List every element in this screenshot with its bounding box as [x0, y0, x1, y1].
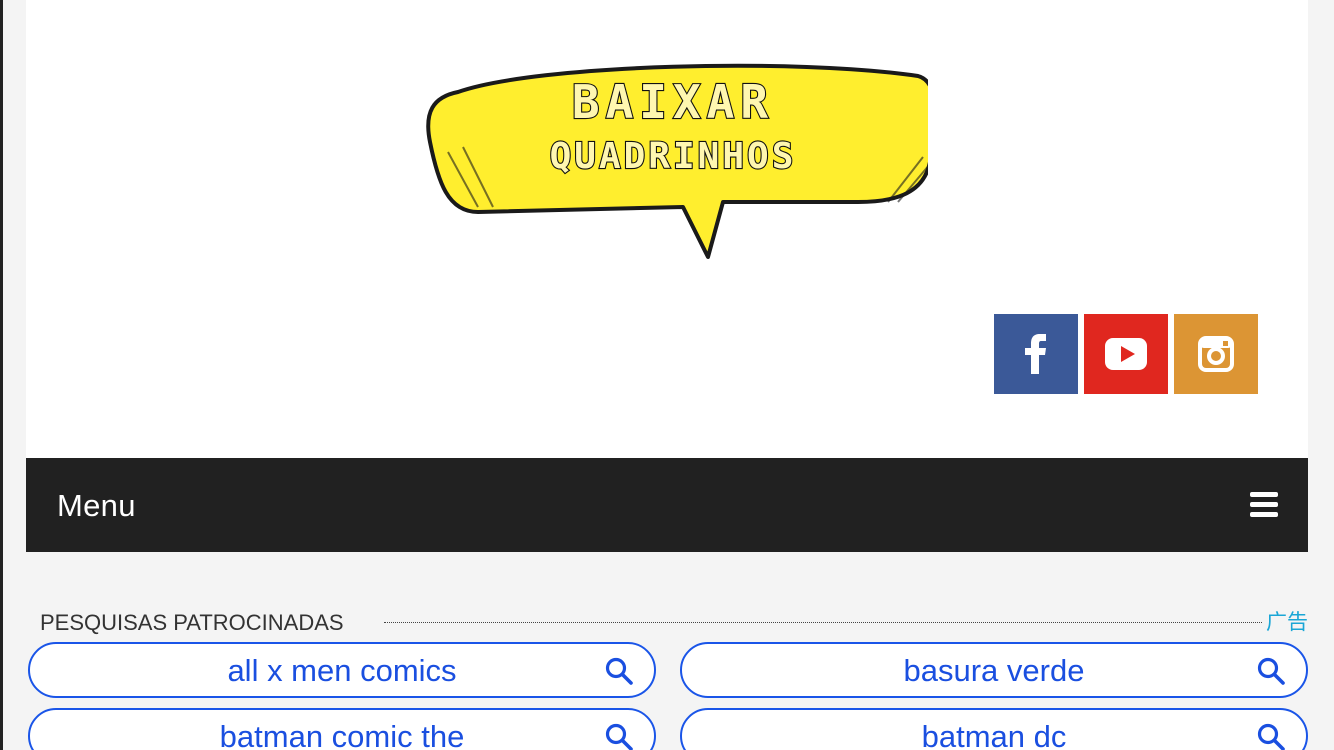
search-link-label: batman comic the: [219, 719, 465, 750]
facebook-icon: [1025, 334, 1046, 374]
youtube-icon: [1105, 338, 1147, 370]
facebook-button[interactable]: [994, 314, 1078, 394]
sponsored-search-link[interactable]: batman comic the: [28, 708, 656, 750]
site-logo[interactable]: BAIXAR QUADRINHOS: [418, 52, 928, 267]
search-link-label: batman dc: [921, 719, 1067, 750]
search-icon: [605, 657, 633, 685]
youtube-button[interactable]: [1084, 314, 1168, 394]
site-header: BAIXAR QUADRINHOS: [26, 0, 1308, 458]
dotted-divider: [384, 622, 1262, 623]
sponsored-searches-header: PESQUISAS PATROCINADAS 广告: [40, 606, 1308, 636]
search-link-label: basura verde: [903, 653, 1085, 688]
sponsored-searches-title: PESQUISAS PATROCINADAS: [40, 610, 344, 635]
page-left-border: [0, 0, 3, 750]
search-link-label: all x men comics: [227, 653, 457, 688]
main-nav-bar: Menu: [26, 458, 1308, 552]
sponsored-search-link[interactable]: all x men comics: [28, 642, 656, 698]
logo-line-2: QUADRINHOS: [550, 136, 797, 177]
speech-bubble-logo: BAIXAR QUADRINHOS: [426, 63, 928, 259]
menu-label[interactable]: Menu: [57, 488, 136, 524]
instagram-icon: [1198, 336, 1234, 372]
hamburger-icon[interactable]: [1250, 492, 1278, 518]
sponsored-search-link[interactable]: basura verde: [680, 642, 1308, 698]
instagram-button[interactable]: [1174, 314, 1258, 394]
logo-line-1: BAIXAR: [572, 75, 774, 129]
search-icon: [605, 723, 633, 750]
ad-marker[interactable]: 广告: [1266, 606, 1308, 636]
search-icon: [1257, 657, 1285, 685]
sponsored-search-link[interactable]: batman dc: [680, 708, 1308, 750]
search-icon: [1257, 723, 1285, 750]
